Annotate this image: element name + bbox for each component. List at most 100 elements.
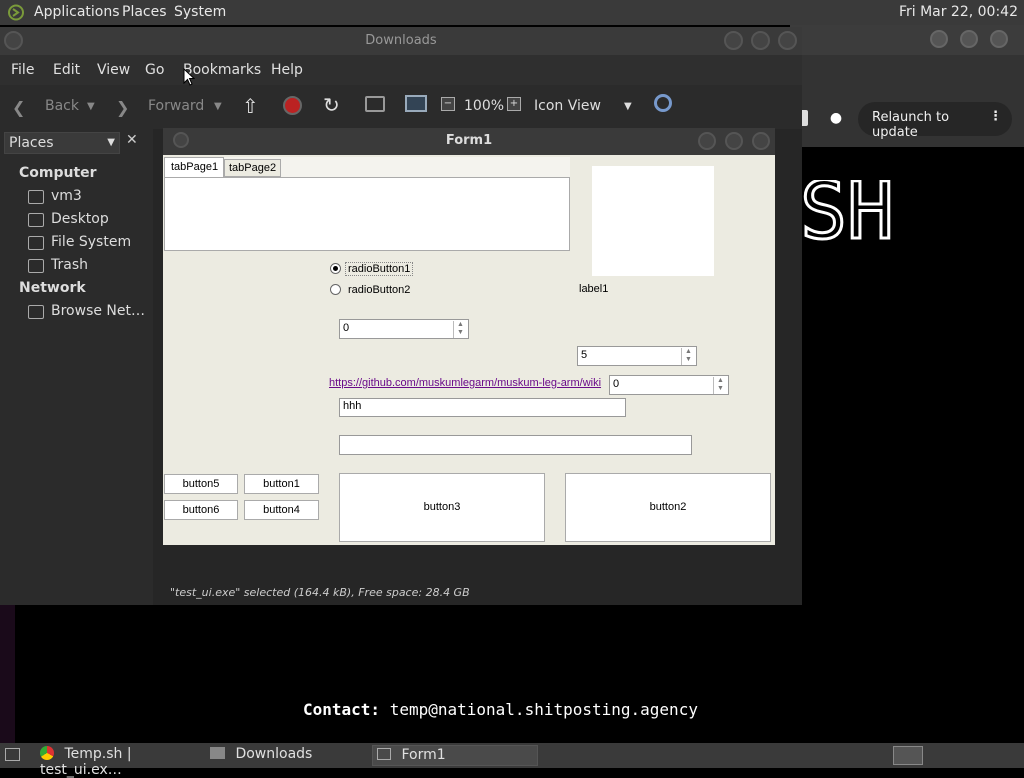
forward-button[interactable]: Forward — [148, 98, 204, 114]
numeric-updown-2-value: 5 — [581, 349, 588, 361]
more-options-icon[interactable]: ⋮ — [989, 109, 1002, 124]
task-browser-label: Temp.sh | test_ui.ex… — [40, 746, 132, 778]
task-form1-label: Form1 — [401, 747, 446, 763]
sidebar-item-desktop[interactable]: Desktop — [51, 211, 109, 227]
places-menu[interactable]: Places — [122, 4, 167, 20]
folder-icon — [210, 747, 225, 759]
back-arrow-icon[interactable]: ❮ — [12, 98, 25, 117]
tab-tabpage1[interactable]: tabPage1 — [164, 157, 224, 178]
big-logo-text-glyphs: SH — [800, 180, 894, 244]
bg-minimize-icon[interactable] — [930, 30, 948, 48]
network-icon — [28, 305, 44, 319]
sidebar-item-file-system[interactable]: File System — [51, 234, 131, 250]
numeric-updown-3[interactable]: 0 ▲ ▼ — [609, 375, 729, 395]
textbox-2[interactable] — [339, 435, 692, 455]
computer-icon[interactable] — [405, 95, 427, 112]
fm-menu-icon[interactable] — [4, 31, 23, 50]
sidebar-item-browse-network[interactable]: Browse Net… — [51, 303, 145, 319]
view-mode-dropdown-icon[interactable]: ▼ — [624, 101, 632, 112]
spin-arrows-icon[interactable]: ▲ ▼ — [681, 348, 695, 365]
system-menu[interactable]: System — [174, 4, 226, 20]
task-downloads[interactable]: Downloads — [206, 745, 366, 766]
profile-avatar-icon[interactable]: ● — [824, 106, 848, 130]
fm-close-icon[interactable] — [778, 31, 797, 50]
distro-logo-icon[interactable] — [6, 4, 26, 21]
form1-minimize-icon[interactable] — [698, 132, 716, 150]
drive-icon — [28, 236, 44, 250]
menu-file[interactable]: File — [11, 62, 34, 78]
label1: label1 — [579, 283, 609, 295]
form1-close-icon[interactable] — [752, 132, 770, 150]
sidebar-item-vm3[interactable]: vm3 — [51, 188, 82, 204]
spin-arrows-icon[interactable]: ▲ ▼ — [453, 321, 467, 338]
reload-icon[interactable]: ↻ — [323, 93, 340, 117]
applications-menu[interactable]: Applications — [34, 4, 120, 20]
radio-button-1-icon[interactable] — [330, 263, 341, 274]
sidebar-item-trash[interactable]: Trash — [51, 257, 88, 273]
zoom-out-icon[interactable]: − — [441, 97, 455, 111]
sidebar-section-computer: Computer — [19, 165, 97, 181]
search-icon[interactable] — [654, 94, 672, 112]
form1-maximize-icon[interactable] — [725, 132, 743, 150]
up-arrow-icon[interactable]: ⇧ — [242, 94, 259, 118]
fm-maximize-icon[interactable] — [751, 31, 770, 50]
menu-help[interactable]: Help — [271, 62, 303, 78]
numeric-updown-1[interactable]: 0 ▲ ▼ — [339, 319, 469, 339]
form1-title: Form1 — [445, 133, 493, 148]
numeric-updown-2[interactable]: 5 ▲ ▼ — [577, 346, 697, 366]
relaunch-label: Relaunch to update — [872, 110, 950, 140]
home-folder-icon[interactable] — [365, 96, 385, 112]
radio-button-2-icon[interactable] — [330, 284, 341, 295]
fm-status-bar: "test_ui.exe" selected (164.4 kB), Free … — [170, 586, 470, 599]
show-desktop-icon[interactable] — [5, 748, 20, 761]
button3[interactable]: button3 — [339, 473, 545, 542]
numeric-updown-3-value: 0 — [613, 378, 620, 390]
bg-maximize-icon[interactable] — [960, 30, 978, 48]
zoom-in-icon[interactable]: + — [507, 97, 521, 111]
view-mode-select[interactable]: Icon View — [534, 98, 601, 114]
stop-icon[interactable] — [283, 96, 302, 115]
button6[interactable]: button6 — [164, 500, 238, 520]
forward-dropdown-icon[interactable]: ▼ — [214, 101, 222, 112]
radio-button-2-label[interactable]: radioButton2 — [348, 284, 410, 296]
back-button[interactable]: Back — [45, 98, 79, 114]
menu-edit[interactable]: Edit — [53, 62, 80, 78]
bg-close-icon[interactable] — [990, 30, 1008, 48]
left-edge-strip — [0, 605, 15, 745]
button1[interactable]: button1 — [244, 474, 319, 494]
task-form1[interactable]: Form1 — [372, 745, 538, 766]
task-browser[interactable]: Temp.sh | test_ui.ex… — [36, 745, 196, 778]
button4[interactable]: button4 — [244, 500, 319, 520]
menu-go[interactable]: Go — [145, 62, 164, 78]
contact-label: Contact: — [303, 700, 381, 719]
places-sidebar: Places ▼ ✕ Computer vm3 Desktop File Sys… — [0, 129, 150, 605]
window-icon — [377, 748, 391, 760]
clock[interactable]: Fri Mar 22, 00:42 — [899, 4, 1018, 20]
back-dropdown-icon[interactable]: ▼ — [87, 101, 95, 112]
button2[interactable]: button2 — [565, 473, 771, 542]
mouse-cursor-icon — [183, 68, 195, 86]
radio-button-1-label[interactable]: radioButton1 — [345, 262, 414, 276]
workspace-switcher-icon[interactable] — [893, 746, 923, 765]
textbox-1[interactable]: hhh — [339, 398, 626, 417]
wiki-link[interactable]: https://github.com/muskumlegarm/muskum-l… — [329, 377, 601, 389]
forward-arrow-icon[interactable]: ❯ — [116, 98, 129, 117]
big-logo-text: SH — [800, 180, 895, 244]
fm-minimize-icon[interactable] — [724, 31, 743, 50]
form1-menu-icon[interactable] — [173, 132, 189, 148]
spin-arrows-icon[interactable]: ▲ ▼ — [713, 377, 727, 394]
places-dropdown-label: Places — [9, 135, 54, 151]
tab-tabpage2[interactable]: tabPage2 — [224, 159, 281, 177]
fm-title: Downloads — [365, 33, 437, 48]
picture-box — [592, 166, 714, 276]
sidebar-close-icon[interactable]: ✕ — [126, 132, 138, 148]
places-dropdown-arrow-icon: ▼ — [107, 137, 115, 148]
form1-titlebar[interactable]: Form1 — [163, 128, 775, 155]
vm3-folder-icon — [28, 190, 44, 204]
places-dropdown[interactable]: Places ▼ — [4, 132, 120, 154]
button5[interactable]: button5 — [164, 474, 238, 494]
taskbar: Temp.sh | test_ui.ex… Downloads Form1 — [0, 743, 1024, 778]
relaunch-button[interactable]: Relaunch to update ⋮ — [858, 102, 1012, 140]
menu-view[interactable]: View — [97, 62, 130, 78]
fm-titlebar[interactable]: Downloads — [0, 27, 802, 55]
